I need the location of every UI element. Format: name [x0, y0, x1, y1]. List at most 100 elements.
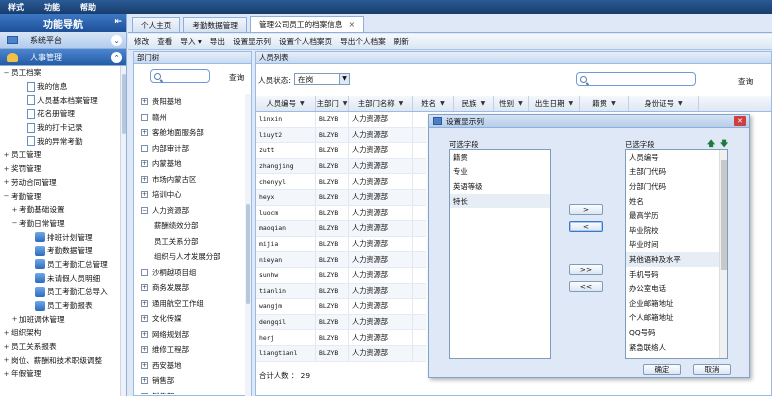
table-row[interactable]: maoqian BLZYB 人力资源部	[256, 221, 426, 237]
column-header[interactable]: 主部门名称 ▼	[349, 96, 413, 111]
menu-style[interactable]: 样式	[8, 2, 24, 13]
move-left-button[interactable]: <	[569, 221, 603, 232]
expand-icon[interactable]: +	[141, 284, 148, 292]
expand-icon[interactable]: +	[141, 175, 148, 183]
table-row[interactable]: heyx BLZYB 人力资源部	[256, 189, 426, 206]
edit-button[interactable]: 修改	[134, 36, 149, 47]
table-row[interactable]: herj BLZYB 人力资源部	[256, 330, 426, 346]
column-header[interactable]: 出生日期 ▼	[529, 96, 580, 111]
nav-tree-item[interactable]: 员工考勤报表	[0, 299, 121, 313]
set-archive-page-button[interactable]: 设置个人档案页	[279, 36, 332, 47]
nav-tree-item[interactable]: 我的打卡记录	[0, 121, 121, 135]
nav-tree-item[interactable]: + 组织架构	[0, 326, 121, 340]
available-fields-list[interactable]: 籍贯 专业 英语等级 特长	[449, 149, 551, 359]
filter-icon[interactable]: ▼	[343, 100, 348, 107]
department-item[interactable]: + 通用航空工作组	[134, 296, 247, 312]
column-header[interactable]: 性别 ▼	[494, 96, 529, 111]
table-row[interactable]: mijia BLZYB 人力资源部	[256, 236, 426, 253]
expand-icon[interactable]: +	[141, 330, 148, 338]
table-row[interactable]: luocm BLZYB 人力资源部	[256, 205, 426, 222]
column-header[interactable]: 民族 ▼	[454, 96, 494, 111]
collapse-icon[interactable]: −	[141, 206, 148, 214]
department-item[interactable]: + 西安基地	[134, 358, 247, 374]
ok-button[interactable]: 确定	[643, 364, 681, 375]
nav-tree-item[interactable]: + 岗位、薪酬和技术职级调整	[0, 353, 121, 367]
list-item[interactable]: 办公室电话	[626, 281, 727, 296]
expand-icon[interactable]	[141, 113, 148, 121]
expand-icon[interactable]: +	[2, 178, 11, 186]
close-icon[interactable]: ✕	[734, 116, 746, 126]
status-select[interactable]: 在岗 ▼	[294, 73, 350, 85]
filter-icon[interactable]: ▼	[440, 100, 445, 107]
expand-icon[interactable]: +	[141, 346, 148, 354]
set-display-columns-button[interactable]: 设置显示列	[233, 36, 271, 47]
nav-tree-item[interactable]: + 奖罚管理	[0, 162, 121, 176]
list-item[interactable]: 分部门代码	[626, 179, 727, 194]
nav-tree-item[interactable]: − 员工档案	[0, 66, 121, 80]
nav-tree-item[interactable]: − 考勤管理	[0, 189, 121, 203]
department-item[interactable]: + 销售部	[134, 373, 247, 389]
list-item[interactable]: 籍贯	[450, 150, 550, 165]
list-item[interactable]: 其他语种及水平	[626, 252, 727, 267]
expand-icon[interactable]	[141, 268, 148, 276]
move-all-right-button[interactable]: >>	[569, 264, 603, 275]
menu-help[interactable]: 帮助	[80, 2, 96, 13]
employee-search-input[interactable]	[576, 72, 696, 86]
table-row[interactable]: liangtianl BLZYB 人力资源部	[256, 345, 426, 362]
table-row[interactable]: linxin BLZYB 人力资源部	[256, 112, 426, 128]
nav-tree-item[interactable]: + 年假管理	[0, 367, 121, 381]
department-item[interactable]: 内部审计部	[134, 141, 247, 157]
filter-icon[interactable]: ▼	[399, 100, 404, 107]
collapse-icon[interactable]: −	[2, 192, 11, 200]
list-item[interactable]: 个人邮箱地址	[626, 311, 727, 326]
nav-tree-item[interactable]: 员工考勤汇总管理	[0, 258, 121, 272]
nav-tree-item[interactable]: 未请假人员明细	[0, 271, 121, 285]
expand-icon[interactable]: +	[141, 129, 148, 137]
table-row[interactable]: sunhw BLZYB 人力资源部	[256, 267, 426, 284]
table-row[interactable]: wangjm BLZYB 人力资源部	[256, 299, 426, 315]
expand-icon[interactable]	[141, 144, 148, 152]
list-item[interactable]: 最高学历	[626, 208, 727, 223]
expand-icon[interactable]: +	[141, 98, 148, 106]
collapse-nav-icon[interactable]: ⇤	[114, 17, 122, 27]
department-item[interactable]: + 商务发展部	[134, 280, 247, 296]
list-item[interactable]: 英语等级	[450, 179, 550, 194]
table-row[interactable]: dengqil BLZYB 人力资源部	[256, 314, 426, 331]
department-item[interactable]: + 内蒙基地	[134, 156, 247, 172]
filter-icon[interactable]: ▼	[481, 100, 486, 107]
filter-icon[interactable]: ▼	[611, 100, 616, 107]
column-header[interactable]: 姓名 ▼	[413, 96, 454, 111]
column-header[interactable]: 主部门 ▼	[316, 96, 349, 111]
department-item[interactable]: + 培训中心	[134, 187, 247, 203]
nav-tree-item[interactable]: + 员工关系报表	[0, 340, 121, 354]
view-button[interactable]: 查看	[157, 36, 172, 47]
filter-icon[interactable]: ▼	[568, 100, 573, 107]
list-item[interactable]: 毕业时间	[626, 238, 727, 253]
department-search-button[interactable]: 查询	[229, 72, 244, 83]
table-row[interactable]: zutt BLZYB 人力资源部	[256, 143, 426, 159]
nav-tree-item[interactable]: 花名册管理	[0, 107, 121, 121]
filter-icon[interactable]: ▼	[518, 100, 523, 107]
list-item[interactable]: 姓名	[626, 194, 727, 209]
expand-icon[interactable]: +	[141, 160, 148, 168]
expand-icon[interactable]: +	[141, 315, 148, 323]
department-item[interactable]: + 文化传媒	[134, 311, 247, 327]
department-item[interactable]: + 客舱地面服务部	[134, 125, 247, 141]
expand-icon[interactable]: +	[2, 165, 11, 173]
list-item[interactable]: 企业邮箱地址	[626, 296, 727, 311]
nav-tree-item[interactable]: 我的异常考勤	[0, 134, 121, 148]
export-archive-button[interactable]: 导出个人档案	[340, 36, 386, 47]
department-item[interactable]: + 销售部	[134, 389, 247, 394]
department-scrollbar[interactable]	[245, 94, 251, 396]
column-header[interactable]: 籍贯 ▼	[580, 96, 629, 111]
menu-function[interactable]: 功能	[44, 2, 60, 13]
chevron-up-icon[interactable]: ⌃	[111, 52, 122, 63]
list-item[interactable]: QQ号码	[626, 325, 727, 340]
list-item[interactable]: 特长	[450, 193, 550, 209]
department-item[interactable]: + 网络规划部	[134, 327, 247, 343]
table-row[interactable]: zhangjing BLZYB 人力资源部	[256, 158, 426, 175]
import-button[interactable]: 导入 ▾	[180, 36, 201, 47]
expand-icon[interactable]: +	[2, 370, 11, 378]
nav-tree-item[interactable]: 员工考勤汇总导入	[0, 285, 121, 299]
employee-search-button[interactable]: 查询	[738, 76, 753, 87]
